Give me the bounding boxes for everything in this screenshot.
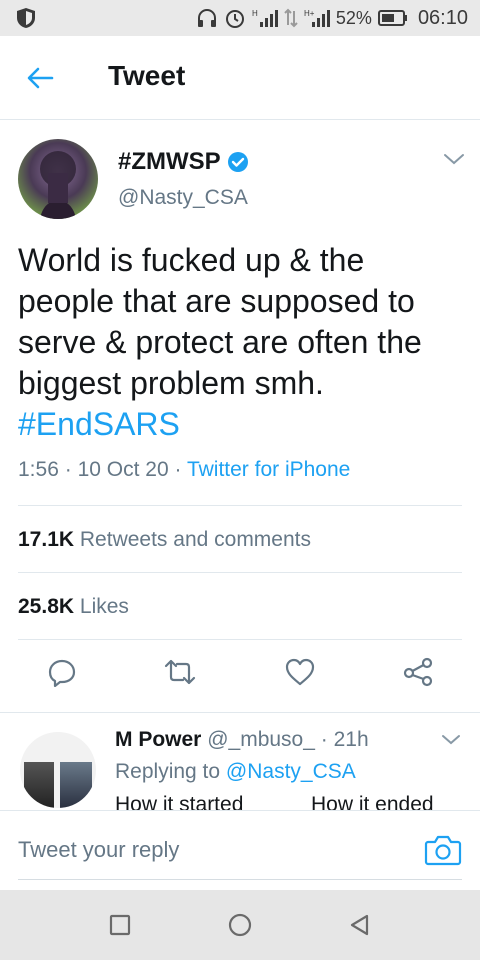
signal-icon: H+ — [304, 8, 330, 28]
square-icon — [109, 914, 131, 936]
share-icon — [403, 657, 433, 687]
hashtag-link[interactable]: #EndSARS — [18, 406, 180, 442]
clock: 06:10 — [417, 6, 468, 29]
replying-to-label: Replying to — [115, 760, 221, 783]
back-nav-button[interactable] — [344, 909, 376, 941]
headphones-icon — [196, 7, 218, 29]
reply-button[interactable] — [42, 652, 82, 692]
tweet-author-name[interactable]: #ZMWSP — [118, 148, 249, 176]
battery-icon — [377, 9, 408, 27]
avatar-image — [40, 151, 76, 219]
share-button[interactable] — [398, 652, 438, 692]
page-title: Tweet — [108, 60, 186, 91]
author-display-name: #ZMWSP — [118, 148, 221, 175]
reply-composer: Tweet your reply — [0, 810, 480, 890]
back-button[interactable] — [22, 62, 58, 94]
reply-icon — [48, 659, 76, 687]
divider — [18, 505, 462, 506]
tweet-body: World is fucked up & the people that are… — [18, 240, 468, 445]
status-bar: H H+ 52% 06:10 — [0, 0, 480, 36]
meta-separator: · — [64, 458, 72, 481]
chevron-down-icon[interactable] — [440, 732, 462, 748]
triangle-back-icon — [350, 914, 369, 936]
replying-to-handle-link[interactable]: @Nasty_CSA — [226, 760, 356, 783]
reply-text-right: How it ended — [311, 793, 434, 810]
like-icon — [285, 658, 315, 686]
likes-label: Likes — [79, 595, 129, 618]
app-header: Tweet — [0, 36, 480, 120]
input-underline — [18, 879, 462, 880]
retweets-stat[interactable]: 17.1K Retweets and comments — [18, 528, 311, 552]
avatar[interactable] — [18, 139, 98, 219]
reply-separator: · — [320, 728, 328, 751]
reply-author-handle: @_mbuso_ — [207, 728, 315, 751]
reply-input[interactable]: Tweet your reply — [18, 837, 179, 863]
divider — [0, 712, 480, 713]
tweet-actions — [0, 652, 480, 702]
reply-avatar-image — [60, 762, 92, 808]
retweet-button[interactable] — [160, 652, 200, 692]
data-transfer-icon — [284, 8, 298, 28]
retweet-icon — [164, 659, 196, 685]
status-icons: H H+ 52% 06:10 — [196, 0, 468, 36]
tweet-date: 10 Oct 20 — [77, 458, 169, 481]
replying-to: Replying to @Nasty_CSA — [115, 760, 356, 784]
verified-badge-icon — [227, 152, 248, 172]
reply-avatar-image — [24, 762, 54, 808]
reply-time: 21h — [333, 728, 369, 751]
tweet-source-link[interactable]: Twitter for iPhone — [187, 458, 350, 481]
system-nav-bar — [0, 890, 480, 960]
svg-text:H: H — [252, 9, 258, 18]
likes-count: 25.8K — [18, 595, 75, 618]
likes-stat[interactable]: 25.8K Likes — [18, 595, 129, 619]
svg-text:H+: H+ — [304, 9, 315, 18]
divider — [18, 572, 462, 573]
camera-icon[interactable] — [424, 833, 462, 867]
reply-header[interactable]: M Power @_mbuso_ · 21h — [115, 728, 369, 752]
battery-percent: 52% — [335, 7, 372, 28]
shield-icon — [17, 8, 35, 28]
circle-icon — [228, 913, 252, 937]
meta-separator: · — [174, 458, 182, 481]
alarm-icon — [224, 7, 246, 29]
signal-icon: H — [252, 8, 278, 28]
divider — [18, 639, 462, 640]
arrow-left-icon — [27, 67, 54, 89]
tweet-meta: 1:56 · 10 Oct 20 · Twitter for iPhone — [18, 458, 350, 482]
reply-avatar[interactable] — [20, 732, 96, 808]
home-button[interactable] — [224, 909, 256, 941]
retweets-label: Retweets and comments — [79, 528, 311, 551]
recents-button[interactable] — [104, 909, 136, 941]
tweet-text: World is fucked up & the people that are… — [18, 242, 422, 401]
tweet-time: 1:56 — [18, 458, 59, 481]
like-button[interactable] — [280, 652, 320, 692]
chevron-down-icon[interactable] — [442, 150, 466, 168]
reply-text: How it started How it ended — [115, 792, 455, 810]
retweets-count: 17.1K — [18, 528, 75, 551]
reply-author-name: M Power — [115, 728, 202, 751]
tweet-author-handle[interactable]: @Nasty_CSA — [118, 186, 248, 210]
reply-text-left: How it started — [115, 793, 244, 810]
